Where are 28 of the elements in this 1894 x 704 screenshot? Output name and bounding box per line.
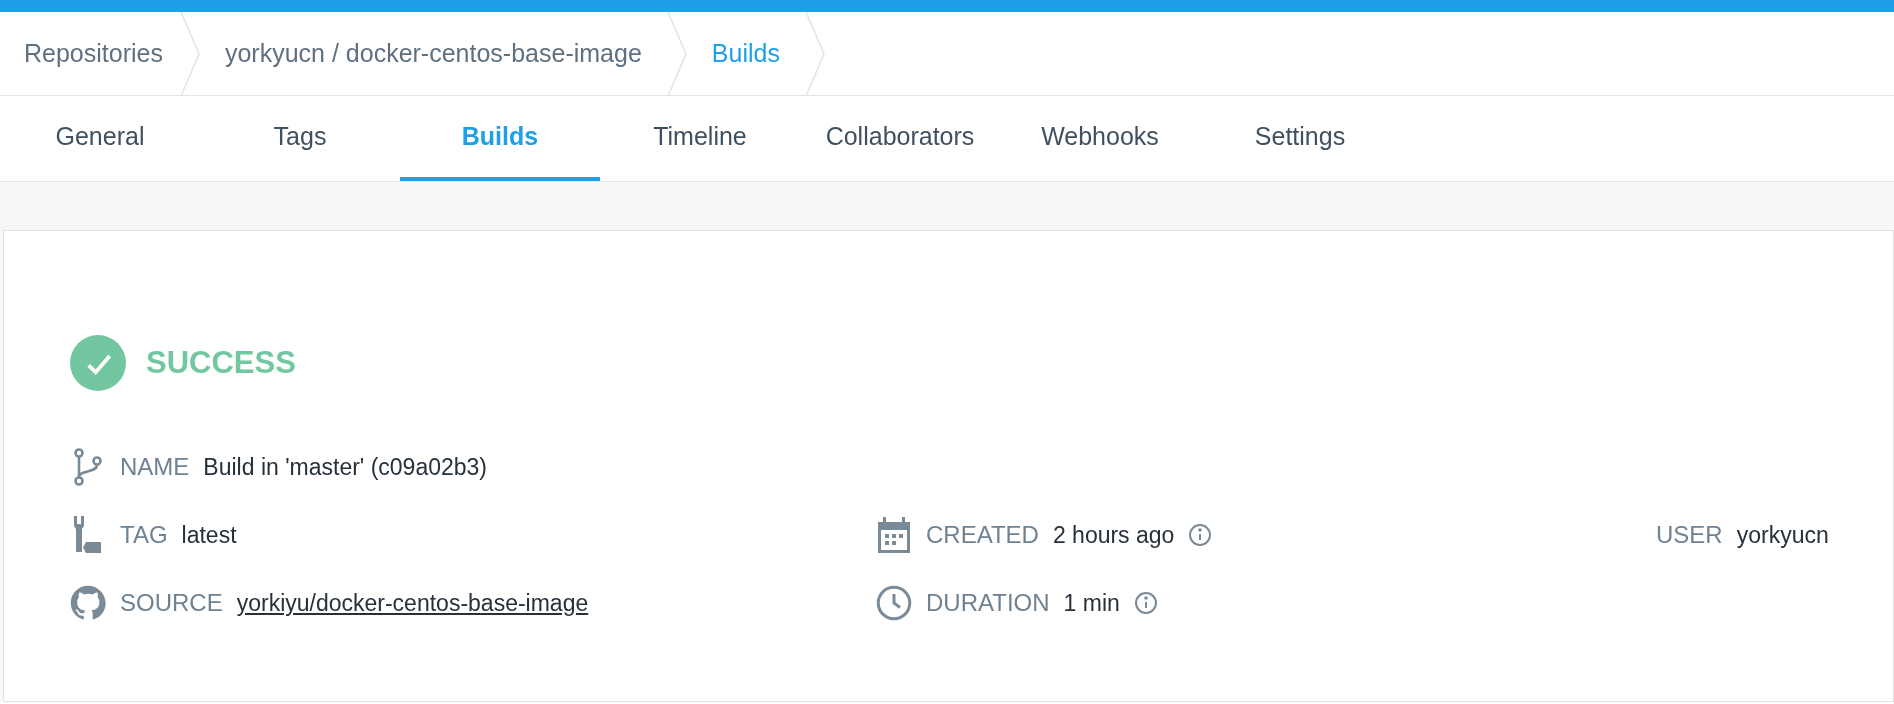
field-value: 2 hours ago [1052, 520, 1175, 550]
branch-icon [74, 448, 102, 486]
field-value: Build in 'master' (c09a02b3) [203, 452, 487, 482]
tab[interactable]: Timeline [600, 96, 800, 181]
calendar-icon [878, 517, 910, 553]
field-label: USER [1656, 520, 1723, 550]
info-icon[interactable] [1188, 523, 1213, 547]
field-value: yorkyucn [1736, 520, 1829, 550]
field-label: NAME [120, 452, 190, 482]
breadcrumb-link[interactable]: Repositories [0, 34, 179, 73]
tab[interactable]: Collaborators [800, 96, 1000, 181]
status-label: SUCCESS [146, 343, 296, 382]
field-label: SOURCE [120, 588, 223, 618]
source-link[interactable]: yorkiyu/docker-centos-base-image [236, 585, 589, 621]
tab[interactable]: Webhooks [1000, 96, 1200, 181]
tab[interactable]: Settings [1200, 96, 1400, 181]
tab[interactable]: Tags [200, 96, 400, 181]
tab[interactable]: General [0, 96, 200, 181]
field-value: latest [181, 520, 237, 550]
field-value: 1 min [1063, 588, 1120, 618]
field-label: DURATION [926, 588, 1050, 618]
clock-icon [876, 585, 912, 621]
info-icon[interactable] [1133, 591, 1158, 615]
field-label: CREATED [926, 520, 1039, 550]
field-label: TAG [120, 520, 168, 550]
github-icon [70, 585, 106, 621]
wrench-tag-icon [74, 516, 102, 554]
breadcrumb-link[interactable]: yorkyucn / docker-centos-base-image [200, 34, 666, 73]
